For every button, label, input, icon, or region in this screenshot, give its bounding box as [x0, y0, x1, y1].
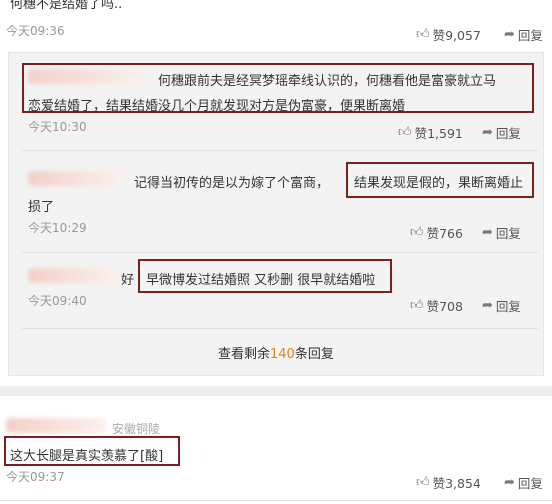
top-comment-reply-label: 回复	[517, 28, 543, 43]
top-comment-like-button[interactable]: 👍︎ 赞9,057	[416, 25, 481, 44]
comment-separator-band	[0, 386, 552, 396]
reply-3-like-count: 赞708	[426, 299, 463, 314]
comment-2-highlight-box	[4, 436, 180, 466]
reply-arrow-icon: ➦	[482, 225, 493, 240]
comment-2-time: 今天09:37	[6, 470, 65, 484]
reply-arrow-icon: ➦	[504, 27, 515, 42]
thumbs-up-icon: 👍︎	[416, 27, 430, 42]
top-comment-reply-button[interactable]: ➦ 回复	[504, 25, 543, 44]
top-comment-time: 今天09:36	[6, 24, 65, 38]
thumbs-up-icon: 👍︎	[410, 298, 424, 313]
reply-3-reply-label: 回复	[495, 299, 521, 314]
reply-1-like-count: 赞1,591	[414, 126, 463, 141]
remaining-reply-count: 140	[270, 347, 295, 362]
reply-3-text-prefix: 好	[121, 273, 135, 288]
reply-3-time: 今天09:40	[28, 294, 87, 308]
reply-1-reply-button[interactable]: ➦ 回复	[482, 123, 521, 142]
reply-3-reply-button[interactable]: ➦ 回复	[482, 296, 521, 315]
comment-2-username-blurred	[6, 418, 106, 433]
reply-2-highlight-box	[346, 162, 534, 198]
reply-1-time: 今天10:30	[28, 120, 87, 134]
reply-2-text-line1a: 记得当初传的是以为嫁了个富商，	[134, 176, 330, 191]
reply-3-highlight-box	[138, 259, 392, 293]
reply-divider-2	[22, 252, 538, 253]
reply-2-reply-button[interactable]: ➦ 回复	[482, 223, 521, 242]
reply-2-username-blurred	[28, 171, 124, 186]
view-more-replies-link[interactable]: 查看剩余140条回复	[218, 343, 334, 362]
reply-arrow-icon: ➦	[482, 125, 493, 140]
reply-arrow-icon: ➦	[482, 298, 493, 313]
reply-2-like-button[interactable]: 👍︎ 赞766	[410, 223, 463, 242]
reply-1-like-button[interactable]: 👍︎ 赞1,591	[398, 123, 463, 142]
thumbs-up-icon: 👍︎	[410, 225, 424, 240]
reply-3-like-button[interactable]: 👍︎ 赞708	[410, 296, 463, 315]
reply-2-text-line2: 损了	[28, 200, 55, 215]
top-comment-like-count: 赞9,057	[432, 28, 481, 43]
reply-arrow-icon: ➦	[504, 475, 515, 490]
top-comment-text: 何穗不是结婚了吗..	[10, 0, 123, 12]
reply-1-highlight-box	[22, 63, 534, 113]
reply-2-time: 今天10:29	[28, 221, 87, 235]
reply-divider-3	[22, 328, 538, 329]
thumbs-up-icon: 👍︎	[416, 475, 430, 490]
reply-divider-1	[22, 150, 538, 151]
comment-2-reply-label: 回复	[517, 476, 543, 491]
bottom-divider	[0, 500, 552, 501]
reply-2-reply-label: 回复	[495, 226, 521, 241]
thumbs-up-icon: 👍︎	[398, 125, 412, 140]
reply-3-username-blurred	[28, 268, 120, 283]
reply-1-reply-label: 回复	[495, 126, 521, 141]
comment-2-like-button[interactable]: 👍︎ 赞3,854	[416, 473, 481, 492]
comment-2-like-count: 赞3,854	[432, 476, 481, 491]
reply-2-like-count: 赞766	[426, 226, 463, 241]
comment-2-reply-button[interactable]: ➦ 回复	[504, 473, 543, 492]
comment-2-location: 安徽铜陵	[112, 422, 161, 436]
